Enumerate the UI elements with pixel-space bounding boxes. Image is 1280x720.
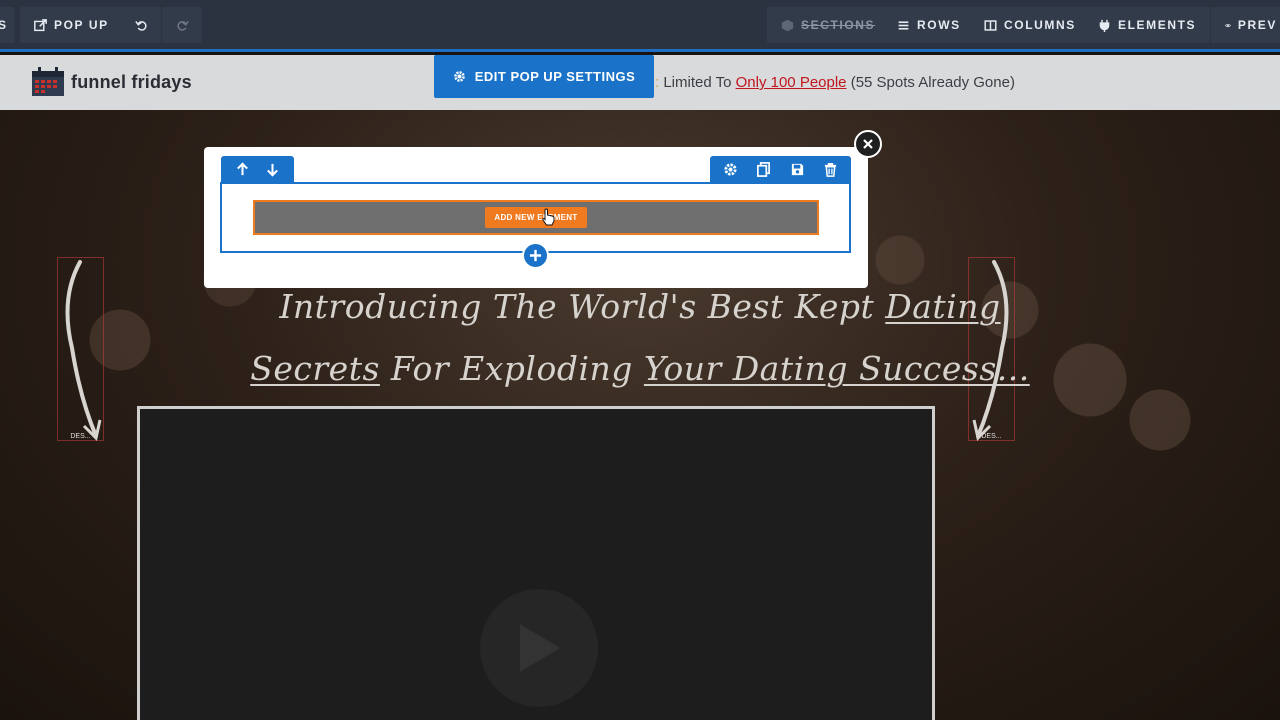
left-arrow-image[interactable]: DES... — [57, 257, 104, 441]
undo-icon — [134, 20, 146, 31]
rows-button[interactable]: ROWS — [883, 7, 975, 43]
headline-line1-text: Introducing The World's Best Kept — [279, 287, 886, 326]
announcement-text: : Limited To Only 100 People (55 Spots A… — [655, 74, 1015, 91]
popup-column[interactable]: ADD NEW ELEMENT — [253, 200, 819, 235]
headline-line1-underline: Dating — [885, 287, 1001, 326]
toolbar-cut-button[interactable]: S — [0, 7, 14, 43]
columns-icon — [984, 19, 997, 31]
video-player[interactable] — [137, 406, 935, 720]
plus-icon — [529, 249, 542, 262]
popup-close-button[interactable] — [854, 130, 882, 158]
row-move-controls — [221, 156, 294, 183]
gear-icon[interactable] — [723, 162, 738, 177]
add-row-button[interactable] — [522, 242, 549, 269]
redo-button[interactable] — [162, 7, 202, 43]
preview-label: PREV — [1237, 18, 1277, 32]
copy-icon[interactable] — [756, 162, 771, 177]
save-icon[interactable] — [790, 162, 805, 177]
columns-button[interactable]: COLUMNS — [970, 7, 1090, 43]
elements-icon — [1099, 19, 1110, 32]
arrow-down-icon[interactable] — [265, 162, 280, 177]
rows-label: ROWS — [917, 18, 961, 32]
headline-line2-text: For Exploding — [379, 349, 644, 388]
logo-text: funnel fridays — [71, 71, 192, 92]
preview-button[interactable]: PREV — [1211, 7, 1280, 43]
hand-cursor-icon — [542, 208, 555, 226]
editor-toolbar: S POP UP SECTIONS ROWS COLUMNS ELEMENTS … — [0, 0, 1280, 52]
popup-button[interactable]: POP UP — [20, 7, 123, 43]
play-icon — [520, 624, 560, 672]
gear-icon — [453, 71, 465, 82]
popup-icon — [34, 18, 47, 31]
headline-line2-underline2: Your Dating Success... — [643, 349, 1030, 388]
arrow-up-icon[interactable] — [235, 162, 250, 177]
play-button[interactable] — [480, 589, 598, 707]
edit-popup-settings-button[interactable]: EDIT POP UP SETTINGS — [434, 55, 654, 98]
toolbar-cut-label: S — [0, 18, 8, 32]
trash-icon[interactable] — [823, 162, 838, 177]
announcement-prefix: Limited To — [659, 74, 736, 91]
logo[interactable]: funnel fridays — [31, 67, 192, 97]
sections-label: SECTIONS — [801, 18, 876, 32]
left-arrow-label: DES... — [70, 433, 91, 440]
add-new-element-button[interactable]: ADD NEW ELEMENT — [485, 207, 587, 228]
sections-button[interactable]: SECTIONS — [767, 7, 890, 43]
redo-icon — [177, 20, 189, 31]
right-arrow-label: DES... — [981, 433, 1002, 440]
rows-icon — [898, 20, 909, 30]
announcement-highlight-link[interactable]: Only 100 People — [736, 74, 847, 91]
cube-icon — [781, 19, 794, 31]
columns-label: COLUMNS — [1004, 18, 1076, 32]
curved-arrow-icon — [65, 260, 102, 441]
calendar-logo-icon — [32, 67, 64, 96]
undo-button[interactable] — [121, 7, 161, 43]
elements-button[interactable]: ELEMENTS — [1084, 7, 1211, 43]
popup-label: POP UP — [54, 18, 109, 32]
headline: Introducing The World's Best Kept Dating… — [140, 276, 1140, 400]
elements-label: ELEMENTS — [1118, 18, 1197, 32]
edit-popup-settings-label: EDIT POP UP SETTINGS — [474, 69, 636, 84]
close-icon — [863, 139, 873, 149]
eye-icon — [1225, 23, 1231, 27]
row-tool-controls — [710, 156, 851, 183]
announcement-suffix: (55 Spots Already Gone) — [846, 74, 1015, 91]
headline-line2-underline1: Secrets — [250, 349, 380, 388]
